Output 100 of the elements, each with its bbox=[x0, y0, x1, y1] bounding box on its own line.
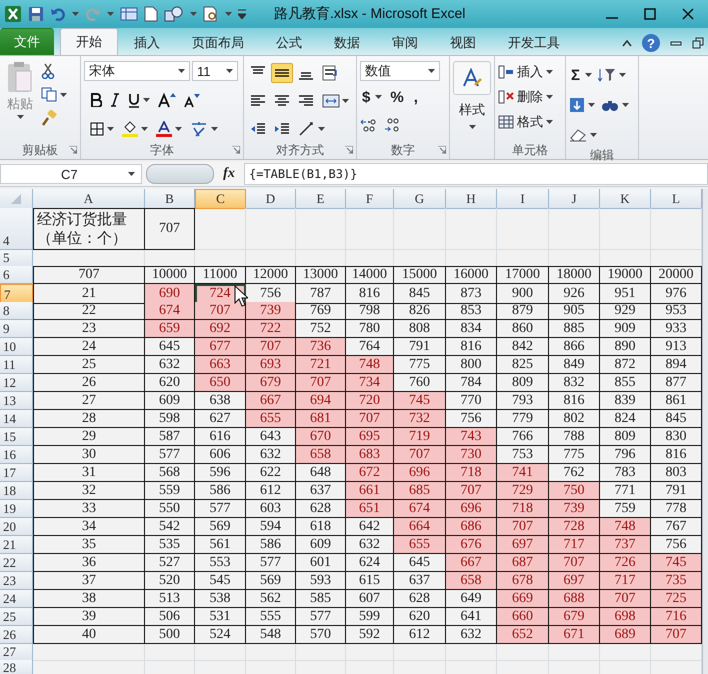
row-header[interactable]: 23 bbox=[0, 572, 33, 590]
table-cell: 679 bbox=[246, 374, 296, 392]
table-cell: 780 bbox=[346, 320, 394, 338]
row-header[interactable]: 25 bbox=[0, 608, 33, 626]
column-header[interactable]: G bbox=[394, 189, 446, 209]
table-cell: 693 bbox=[246, 356, 296, 374]
row-header[interactable]: 17 bbox=[0, 464, 33, 482]
row-header[interactable]: 20 bbox=[0, 518, 33, 536]
row-header[interactable]: 16 bbox=[0, 446, 33, 464]
table-cell: 855 bbox=[600, 374, 651, 392]
table-cell: 677 bbox=[195, 338, 246, 356]
table-cell: 770 bbox=[446, 392, 497, 410]
table-cell: 570 bbox=[296, 626, 346, 644]
row-header[interactable]: 28 bbox=[0, 660, 33, 674]
insert-function-button[interactable]: fx bbox=[218, 166, 240, 182]
table-cell: 553 bbox=[195, 554, 246, 572]
table-cell: 721 bbox=[296, 356, 346, 374]
autosum-button[interactable]: Σ bbox=[569, 66, 582, 84]
column-header[interactable]: J bbox=[549, 189, 600, 209]
row-header[interactable]: 4 bbox=[0, 208, 33, 250]
insert-cells-button[interactable]: 插入 bbox=[498, 63, 562, 81]
name-box[interactable]: C7 bbox=[0, 164, 142, 184]
ribbon-tab[interactable]: 开始 bbox=[60, 28, 118, 55]
formula-field[interactable]: {=TABLE(B1,B3)} bbox=[244, 163, 708, 185]
column-header[interactable]: K bbox=[600, 189, 651, 209]
table-cell: 745 bbox=[394, 392, 446, 410]
font-size-dropdown[interactable]: 11 bbox=[192, 61, 238, 81]
column-header[interactable]: L bbox=[651, 189, 702, 209]
window-title: 路凡教育.xlsx - Microsoft Excel bbox=[273, 5, 466, 23]
table-cell: 612 bbox=[246, 482, 296, 500]
number-format-dropdown[interactable]: 数值 bbox=[360, 61, 440, 81]
group-label: 字体 bbox=[150, 142, 174, 158]
table-cell: 929 bbox=[600, 302, 651, 320]
row-header[interactable]: 12 bbox=[0, 374, 33, 392]
table-cell: 766 bbox=[497, 428, 549, 446]
help-button[interactable]: ? bbox=[642, 34, 660, 52]
ribbon-tab[interactable]: 页面布局 bbox=[176, 30, 260, 55]
table-cell: 650 bbox=[195, 374, 246, 392]
column-header[interactable]: B bbox=[145, 189, 195, 209]
row-header[interactable]: 27 bbox=[0, 644, 33, 661]
column-header[interactable]: F bbox=[346, 189, 394, 209]
table-cell: 17000 bbox=[497, 266, 549, 284]
ribbon-tab[interactable]: 数据 bbox=[318, 30, 376, 55]
delete-cells-button[interactable]: 删除 bbox=[498, 88, 562, 106]
table-cell: 594 bbox=[246, 518, 296, 536]
ribbon-tab[interactable]: 开发工具 bbox=[492, 30, 576, 55]
table-cell: 845 bbox=[394, 284, 446, 304]
table-cell: 568 bbox=[145, 464, 195, 482]
table-cell: 683 bbox=[346, 446, 394, 464]
table-cell: 500 bbox=[145, 626, 195, 644]
table-cell: 670 bbox=[296, 428, 346, 446]
row-header[interactable]: 8 bbox=[0, 302, 33, 320]
table-cell: 30 bbox=[33, 446, 145, 464]
row-header[interactable]: 21 bbox=[0, 536, 33, 554]
format-cells-button[interactable]: 格式 bbox=[498, 113, 562, 131]
row-header[interactable]: 6 bbox=[0, 266, 33, 284]
ribbon-tab[interactable]: 文件 bbox=[0, 28, 54, 55]
table-cell: 651 bbox=[346, 500, 394, 518]
table-cell: 658 bbox=[446, 572, 497, 590]
column-header[interactable]: D bbox=[246, 189, 296, 209]
table-cell: 779 bbox=[497, 410, 549, 428]
table-cell: 606 bbox=[195, 446, 246, 464]
ribbon-tab[interactable]: 审阅 bbox=[376, 30, 434, 55]
font-name-dropdown[interactable]: 宋体 bbox=[84, 61, 190, 81]
row-header[interactable]: 13 bbox=[0, 392, 33, 410]
row-header[interactable]: 24 bbox=[0, 590, 33, 608]
table-cell: 674 bbox=[394, 500, 446, 518]
row-header[interactable]: 19 bbox=[0, 500, 33, 518]
ribbon-tab[interactable]: 插入 bbox=[118, 30, 176, 55]
column-header[interactable]: E bbox=[296, 189, 346, 209]
table-cell: 748 bbox=[600, 518, 651, 536]
table-cell: 729 bbox=[497, 482, 549, 500]
column-header[interactable]: C bbox=[195, 189, 246, 209]
ribbon-tab[interactable]: 视图 bbox=[434, 30, 492, 55]
row-header[interactable]: 26 bbox=[0, 626, 33, 644]
table-cell: 809 bbox=[600, 428, 651, 446]
table-cell: 612 bbox=[394, 626, 446, 644]
currency-button[interactable]: $ bbox=[360, 88, 372, 106]
row-header[interactable]: 7 bbox=[0, 284, 33, 304]
table-cell: 839 bbox=[600, 392, 651, 410]
column-header[interactable]: H bbox=[446, 189, 497, 209]
row-header[interactable]: 9 bbox=[0, 320, 33, 338]
column-header[interactable]: I bbox=[497, 189, 549, 209]
table-cell: 735 bbox=[651, 572, 702, 590]
table-cell: 707 bbox=[145, 208, 195, 250]
comma-button[interactable]: , bbox=[412, 88, 420, 106]
row-header[interactable]: 22 bbox=[0, 554, 33, 572]
styles-button[interactable]: 样式 bbox=[453, 59, 491, 131]
percent-button[interactable]: % bbox=[388, 88, 406, 106]
table-cell: 661 bbox=[346, 482, 394, 500]
row-header[interactable]: 18 bbox=[0, 482, 33, 500]
column-header[interactable]: A bbox=[33, 189, 145, 209]
row-header[interactable]: 10 bbox=[0, 338, 33, 356]
row-header[interactable]: 15 bbox=[0, 428, 33, 446]
row-header[interactable]: 14 bbox=[0, 410, 33, 428]
table-cell: 722 bbox=[246, 320, 296, 338]
ribbon-tab[interactable]: 公式 bbox=[260, 30, 318, 55]
table-cell: 816 bbox=[346, 284, 394, 304]
row-header[interactable]: 11 bbox=[0, 356, 33, 374]
row-header[interactable]: 5 bbox=[0, 250, 33, 267]
